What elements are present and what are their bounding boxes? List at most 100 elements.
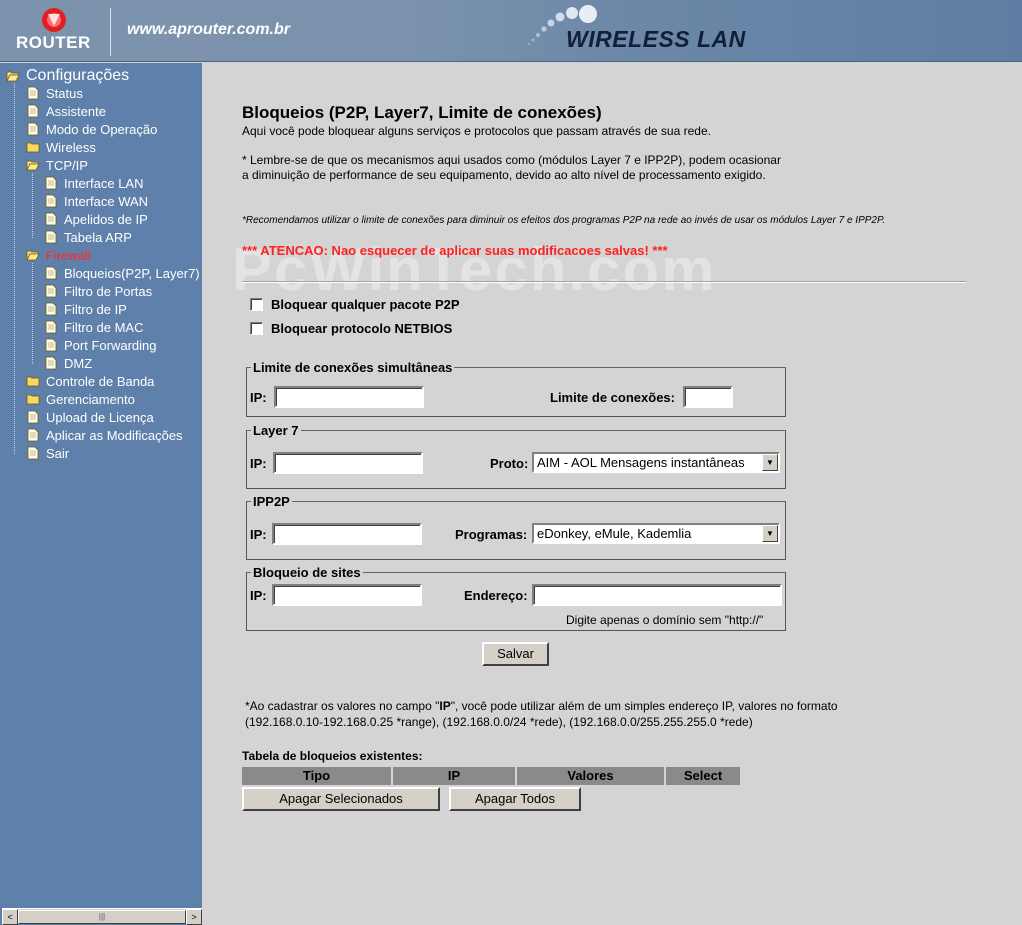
limit-ip-input[interactable] [274, 386, 424, 408]
table-header-valores: Valores [517, 767, 666, 785]
site-url: www.aprouter.com.br [127, 21, 290, 38]
sites-ip-input[interactable] [272, 584, 422, 606]
layer7-proto-label: Proto: [490, 456, 529, 471]
sidebar-item-firewall[interactable]: Firewall [26, 246, 91, 264]
delete-selected-button[interactable]: Apagar Selecionados [242, 787, 440, 811]
sidebar-item-bloqueios[interactable]: Bloqueios(P2P, Layer7) [44, 264, 200, 282]
sidebar-root-configuracoes[interactable]: Configurações [6, 67, 129, 85]
sidebar-item-assistente[interactable]: Assistente [26, 102, 106, 120]
limit-legend: Limite de conexões simultâneas [253, 360, 453, 375]
sidebar-item-upload-licenca[interactable]: Upload de Licença [26, 408, 154, 426]
ipp2p-ip-input[interactable] [272, 523, 422, 545]
table-header-ip: IP [393, 767, 517, 785]
sites-hint: Digite apenas o domínio sem "http://" [566, 613, 764, 627]
sidebar-item-tcpip[interactable]: TCP/IP [26, 156, 88, 174]
sidebar-item-wireless[interactable]: Wireless [26, 138, 96, 156]
sidebar-item-filtro-mac[interactable]: Filtro de MAC [44, 318, 143, 336]
page-icon [27, 104, 39, 118]
page-icon [45, 356, 57, 370]
sites-address-input[interactable] [532, 584, 782, 606]
sidebar-item-port-forwarding[interactable]: Port Forwarding [44, 336, 156, 354]
sidebar-item-label: TCP/IP [46, 157, 88, 173]
folder-icon [26, 376, 40, 387]
sidebar-item-label: Firewall [46, 247, 91, 263]
page-icon [45, 176, 57, 190]
sidebar-item-filtro-ip[interactable]: Filtro de IP [44, 300, 127, 318]
block-netbios-row: Bloquear protocolo NETBIOS [250, 319, 452, 337]
chevron-down-icon[interactable]: ▼ [762, 525, 778, 542]
sidebar-item-label: Modo de Operação [46, 121, 158, 137]
sidebar-item-label: Filtro de MAC [64, 319, 144, 335]
scroll-right-button[interactable]: > [186, 909, 202, 925]
table-header-select: Select [666, 767, 740, 785]
sidebar-item-status[interactable]: Status [26, 84, 83, 102]
header-divider [110, 8, 111, 56]
sidebar-item-interface-wan[interactable]: Interface WAN [44, 192, 148, 210]
sidebar-item-modo-operacao[interactable]: Modo de Operação [26, 120, 157, 138]
folder-icon [26, 142, 40, 153]
save-button[interactable]: Salvar [482, 642, 549, 666]
sidebar-horizontal-scrollbar[interactable]: < ||| > [2, 908, 202, 925]
block-p2p-checkbox[interactable] [250, 297, 263, 311]
ipp2p-ip-label: IP: [250, 527, 267, 542]
folder-icon [26, 394, 40, 405]
sidebar-item-label: Bloqueios(P2P, Layer7) [64, 265, 200, 281]
blocks-table-title: Tabela de bloqueios existentes: [242, 749, 423, 763]
sidebar-item-label: Upload de Licença [46, 409, 154, 425]
sidebar-item-label: Filtro de Portas [64, 283, 153, 299]
sidebar-item-tabela-arp[interactable]: Tabela ARP [44, 228, 132, 246]
intro-text: Aqui você pode bloquear alguns serviços … [242, 124, 711, 138]
sidebar-item-label: Assistente [46, 103, 106, 119]
block-netbios-label: Bloquear protocolo NETBIOS [271, 320, 453, 336]
block-netbios-checkbox[interactable] [250, 321, 263, 335]
sidebar-item-label: Wireless [46, 139, 96, 155]
ipp2p-legend: IPP2P [253, 494, 290, 509]
sidebar-item-label: Port Forwarding [64, 337, 157, 353]
sidebar-item-controle-banda[interactable]: Controle de Banda [26, 372, 154, 390]
ipp2p-programs-label: Programas: [455, 527, 528, 542]
sidebar-item-dmz[interactable]: DMZ [44, 354, 92, 372]
page-icon [45, 230, 57, 244]
delete-all-button[interactable]: Apagar Todos [449, 787, 581, 811]
sidebar-item-label: Status [46, 85, 83, 101]
performance-note: * Lembre-se de que os mecanismos aqui us… [242, 153, 781, 182]
header-banner: ROUTER www.aprouter.com.br WIRELESS LAN [0, 0, 1022, 62]
navigation-tree: Configurações Status Assistente Modo de … [0, 63, 202, 925]
page-icon [27, 86, 39, 100]
limit-connections-label: Limite de conexões: [550, 390, 675, 405]
sidebar-item-label: Sair [46, 445, 70, 461]
ip-format-footnote: *Ao cadastrar os valores no campo "IP", … [245, 698, 905, 730]
sidebar-item-apelidos-ip[interactable]: Apelidos de IP [44, 210, 148, 228]
main-content: PcWinTech.com Bloqueios (P2P, Layer7, Li… [202, 63, 1022, 925]
sidebar-item-label: DMZ [64, 355, 93, 371]
sites-ip-label: IP: [250, 588, 267, 603]
sites-legend: Bloqueio de sites [253, 565, 361, 580]
footnote-prefix: *Ao cadastrar os valores no campo " [245, 699, 440, 713]
ipp2p-programs-select[interactable]: eDonkey, eMule, Kademlia ▼ [532, 523, 780, 544]
wireless-lan-title: WIRELESS LAN [566, 26, 746, 52]
table-header-tipo: Tipo [242, 767, 393, 785]
divider [242, 281, 966, 283]
layer7-proto-value: AIM - AOL Mensagens instantâneas [537, 455, 745, 470]
sidebar-item-aplicar[interactable]: Aplicar as Modificações [26, 426, 183, 444]
folder-open-icon [26, 250, 40, 261]
layer7-legend: Layer 7 [253, 423, 299, 438]
chevron-down-icon[interactable]: ▼ [762, 454, 778, 471]
tree-line [14, 83, 15, 454]
page-icon [27, 122, 39, 136]
layer7-ip-input[interactable] [273, 452, 423, 474]
layer7-proto-select[interactable]: AIM - AOL Mensagens instantâneas ▼ [532, 452, 780, 473]
sidebar-item-interface-lan[interactable]: Interface LAN [44, 174, 144, 192]
scroll-left-button[interactable]: < [2, 909, 18, 925]
blocks-table-header: Tipo IP Valores Select [242, 767, 740, 785]
sidebar-item-label: Filtro de IP [64, 301, 127, 317]
page-icon [27, 428, 39, 442]
sidebar-item-label: Gerenciamento [46, 391, 135, 407]
sidebar-item-gerenciamento[interactable]: Gerenciamento [26, 390, 135, 408]
limit-connections-input[interactable] [683, 386, 733, 408]
page-icon [27, 410, 39, 424]
page-icon [27, 446, 39, 460]
scroll-thumb[interactable]: ||| [18, 910, 186, 924]
sidebar-item-filtro-portas[interactable]: Filtro de Portas [44, 282, 152, 300]
sidebar-item-sair[interactable]: Sair [26, 444, 69, 462]
